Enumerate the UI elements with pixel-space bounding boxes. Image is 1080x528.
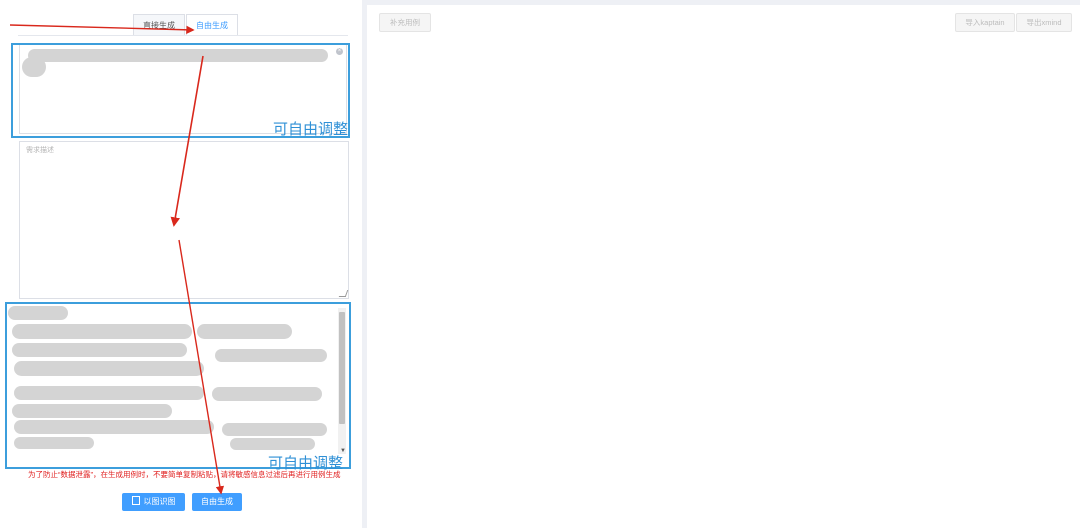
arrow (170, 55, 204, 227)
arrow (178, 239, 225, 495)
arrow (9, 24, 195, 35)
annotation-arrows (9, 24, 225, 495)
